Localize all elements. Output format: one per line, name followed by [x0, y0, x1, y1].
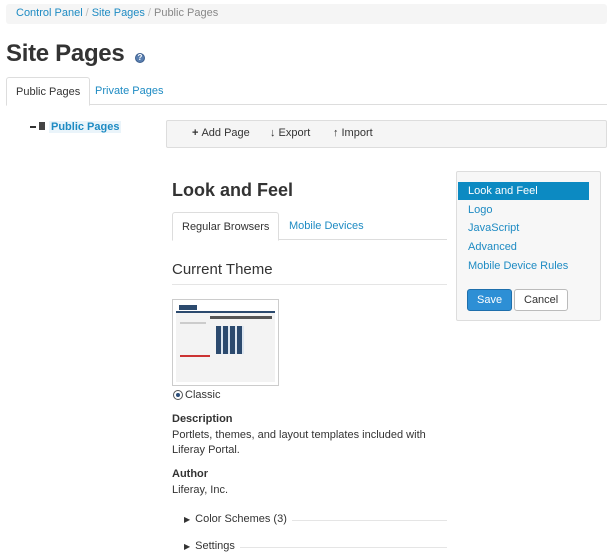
breadcrumb: Control Panel / Site Pages / Public Pages: [6, 4, 607, 24]
author-label: Author: [172, 468, 209, 480]
arrow-up-icon: ↑: [333, 127, 339, 139]
description-line: Liferay Portal.: [172, 444, 240, 456]
menu-item-javascript[interactable]: JavaScript: [458, 219, 589, 237]
description-text: Portlets, themes, and layout templates i…: [172, 428, 432, 458]
browser-tabs: Regular Browsers Mobile Devices: [172, 212, 447, 241]
current-theme-heading: Current Theme: [172, 261, 273, 278]
tab-private-pages[interactable]: Private Pages: [86, 77, 172, 105]
import-button[interactable]: ↑ Import: [333, 127, 373, 139]
menu-item-logo[interactable]: Logo: [458, 201, 589, 219]
theme-radio[interactable]: [173, 390, 183, 400]
export-label: Export: [278, 127, 311, 139]
tree-root-public-pages[interactable]: Public Pages: [49, 121, 122, 133]
description-line: Portlets, themes, and layout templates i…: [172, 429, 426, 441]
theme-thumbnail: [172, 299, 279, 386]
menu-item-look-and-feel[interactable]: Look and Feel: [458, 182, 589, 200]
triangle-right-icon: ▶: [184, 542, 191, 551]
import-label: Import: [341, 127, 373, 139]
description-label: Description: [172, 413, 233, 425]
menu-item-advanced[interactable]: Advanced: [458, 238, 589, 256]
tab-regular-browsers[interactable]: Regular Browsers: [172, 212, 280, 241]
side-menu: Look and Feel Logo JavaScript Advanced M…: [456, 171, 601, 321]
collapse-icon[interactable]: [30, 126, 36, 128]
settings-label: Settings: [195, 540, 235, 552]
help-icon[interactable]: ?: [135, 53, 145, 63]
page-tabs: Public Pages Private Pages: [6, 77, 607, 106]
tab-mobile-devices[interactable]: Mobile Devices: [280, 212, 373, 240]
breadcrumb-control-panel[interactable]: Control Panel: [16, 7, 83, 19]
color-schemes-label: Color Schemes (3): [195, 513, 287, 525]
add-page-button[interactable]: + Add Page: [192, 127, 250, 139]
settings-toggle[interactable]: ▶ Settings: [184, 540, 235, 552]
breadcrumb-separator: /: [85, 7, 89, 19]
pages-toolbar: + Add Page ↓ Export ↑ Import: [166, 120, 607, 148]
cancel-button[interactable]: Cancel: [514, 289, 569, 311]
export-button[interactable]: ↓ Export: [270, 127, 310, 139]
breadcrumb-current: Public Pages: [153, 7, 219, 19]
breadcrumb-separator: /: [147, 7, 151, 19]
divider: [292, 520, 447, 521]
author-link[interactable]: Liferay, Inc.: [172, 483, 432, 498]
page-icon: [39, 122, 45, 130]
theme-name: Classic: [185, 389, 221, 401]
plus-icon: +: [192, 127, 199, 139]
divider: [172, 284, 447, 285]
tab-public-pages[interactable]: Public Pages: [6, 77, 91, 106]
section-title: Look and Feel: [172, 180, 294, 200]
arrow-down-icon: ↓: [270, 127, 276, 139]
add-page-label: Add Page: [201, 127, 250, 139]
color-schemes-toggle[interactable]: ▶ Color Schemes (3): [184, 513, 287, 525]
breadcrumb-site-pages[interactable]: Site Pages: [92, 7, 145, 19]
triangle-right-icon: ▶: [184, 515, 191, 524]
page-title: Site Pages: [6, 40, 125, 67]
save-button[interactable]: Save: [467, 289, 513, 311]
menu-item-mobile-device-rules[interactable]: Mobile Device Rules: [458, 257, 589, 275]
divider: [240, 547, 447, 548]
